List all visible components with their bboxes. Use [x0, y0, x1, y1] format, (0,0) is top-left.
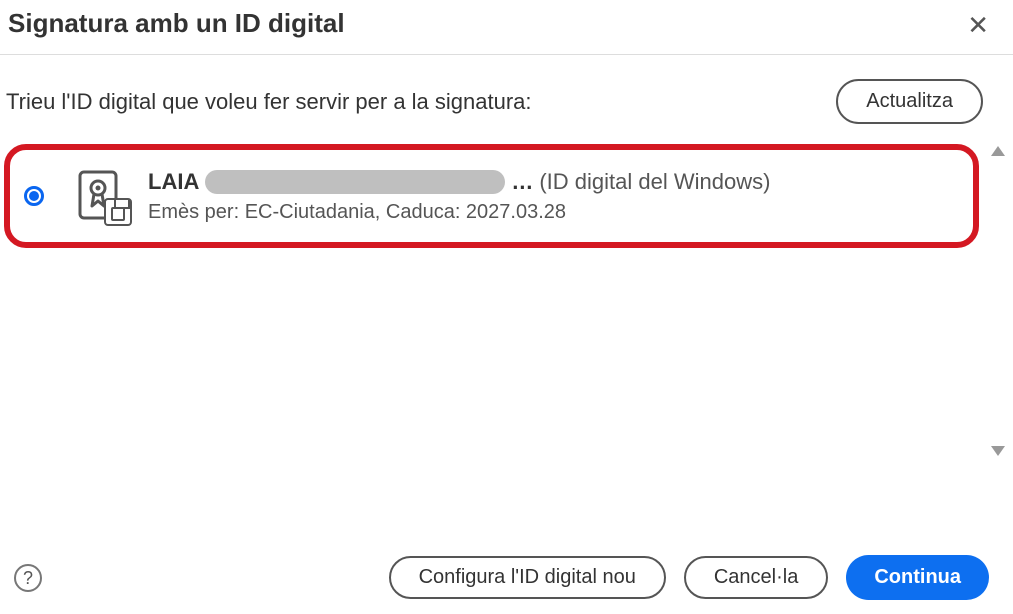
- disk-icon: [104, 198, 132, 226]
- dialog-title: Signatura amb un ID digital: [8, 8, 345, 39]
- radio-dot-icon: [29, 191, 39, 201]
- scroll-up-icon[interactable]: [991, 146, 1005, 156]
- certificate-item[interactable]: LAIA … (ID digital del Windows) Emès per…: [4, 144, 979, 248]
- certificate-list: LAIA … (ID digital del Windows) Emès per…: [4, 144, 1007, 464]
- cancel-button[interactable]: Cancel·la: [684, 556, 828, 599]
- certificate-issuer-expiry: Emès per: EC-Ciutadania, Caduca: 2027.03…: [148, 201, 953, 224]
- refresh-button[interactable]: Actualitza: [836, 79, 983, 124]
- close-button[interactable]: ✕: [959, 8, 997, 42]
- close-icon: ✕: [967, 10, 989, 40]
- certificate-name: LAIA: [148, 169, 199, 195]
- continue-button[interactable]: Continua: [846, 555, 989, 600]
- redacted-block: [205, 170, 505, 194]
- instruction-text: Trieu l'ID digital que voleu fer servir …: [6, 89, 532, 115]
- certificate-type: (ID digital del Windows): [539, 169, 770, 195]
- radio-selected[interactable]: [24, 186, 44, 206]
- configure-new-id-button[interactable]: Configura l'ID digital nou: [389, 556, 666, 599]
- scrollbar[interactable]: [989, 146, 1007, 456]
- ellipsis: …: [511, 169, 533, 195]
- certificate-icon: [74, 168, 130, 224]
- scroll-down-icon[interactable]: [991, 446, 1005, 456]
- help-button[interactable]: ?: [14, 564, 42, 592]
